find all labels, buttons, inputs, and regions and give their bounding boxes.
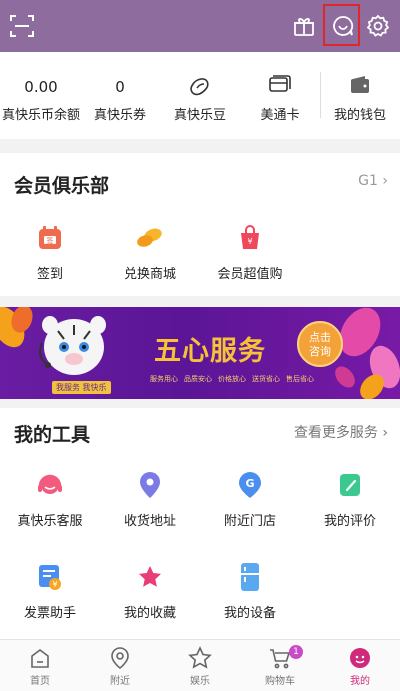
more-services-link[interactable]: 查看更多服务 › (294, 422, 388, 442)
tab-cart[interactable]: 购物车 (240, 640, 320, 691)
review-icon (335, 470, 365, 500)
banner-tags: 服务用心 品质安心 价格放心 送货省心 售后省心 (150, 374, 314, 384)
wallet-balance[interactable]: 0.00 真快乐币余额 (0, 52, 82, 139)
card-icon (268, 74, 292, 100)
bean-icon (187, 74, 213, 102)
chevron-right-icon: › (382, 425, 388, 441)
invoice-item[interactable]: ¥ 发票助手 (5, 562, 95, 621)
checkin-item[interactable]: 签 签到 (5, 223, 95, 282)
banner-tag: 价格放心 (218, 375, 246, 383)
shopping-bag-icon: ¥ (235, 223, 265, 253)
tab-label: 附近 (110, 676, 130, 687)
favorites-label: 我的收藏 (123, 606, 176, 621)
nearby-stores-item[interactable]: G 附近门店 (205, 470, 295, 529)
my-devices-item[interactable]: 我的设备 (205, 562, 295, 621)
tab-label: 我的 (350, 676, 370, 687)
more-text: 查看更多服务 (293, 425, 378, 441)
location-icon (108, 646, 132, 670)
store-map-icon: G (235, 470, 265, 500)
message-icon[interactable] (329, 12, 357, 40)
invoice-label: 发票助手 (23, 606, 76, 621)
wallet-icon (348, 74, 372, 100)
top-bar (0, 0, 400, 52)
nearby-stores-label: 附近门店 (223, 514, 276, 529)
gift-icon[interactable] (290, 12, 318, 40)
club-title: 会员俱乐部 (14, 175, 110, 197)
exchange-mall-item[interactable]: 兑换商城 (105, 223, 195, 282)
bottom-tab-bar: 首页 附近 娱乐 购物车 1 我的 (0, 639, 400, 691)
star-icon (135, 562, 165, 592)
tab-label: 娱乐 (190, 676, 210, 687)
my-reviews-item[interactable]: 我的评价 (305, 470, 395, 529)
customer-service-item[interactable]: 真快乐客服 (5, 470, 95, 529)
wallet-label: 我的钱包 (333, 108, 386, 123)
customer-service-label: 真快乐客服 (17, 514, 83, 529)
banner-tag: 售后省心 (286, 375, 314, 383)
svg-text:¥: ¥ (247, 237, 252, 246)
coupon-label: 真快乐券 (93, 108, 146, 123)
tab-label: 购物车 (265, 676, 295, 687)
banner-tag: 品质安心 (184, 375, 212, 383)
devices-label: 我的设备 (223, 606, 276, 621)
wallet-section: 0.00 真快乐币余额 0 真快乐券 真快乐豆 美通卡 我的钱包 (0, 52, 400, 139)
tiger-mascot-icon (39, 316, 106, 375)
my-wallet[interactable]: 我的钱包 (320, 52, 400, 139)
balance-label: 真快乐币余额 (1, 108, 80, 123)
banner-tag: 服务用心 (150, 375, 178, 383)
svg-text:G: G (245, 477, 254, 490)
coupon-value: 0 (115, 78, 125, 96)
svg-text:签: 签 (47, 236, 54, 245)
cart-badge: 1 (289, 645, 303, 659)
home-icon (28, 646, 52, 670)
tab-nearby[interactable]: 附近 (80, 640, 160, 691)
exchange-label: 兑换商城 (123, 267, 176, 282)
headset-icon (35, 470, 65, 500)
scan-icon[interactable] (8, 12, 36, 40)
deals-label: 会员超值购 (217, 267, 283, 282)
wallet-card[interactable]: 美通卡 (240, 52, 320, 139)
member-deals-item[interactable]: ¥ 会员超值购 (205, 223, 295, 282)
favorites-item[interactable]: 我的收藏 (105, 562, 195, 621)
wallet-beans[interactable]: 真快乐豆 (160, 52, 240, 139)
reviews-label: 我的评价 (323, 514, 376, 529)
beans-icon (135, 223, 165, 253)
tab-label: 首页 (30, 676, 50, 687)
member-club-section: 会员俱乐部 G1 › 签 签到 兑换商城 ¥ 会员超值购 (0, 153, 400, 296)
card-label: 美通卡 (260, 108, 300, 123)
member-level[interactable]: G1 › (358, 173, 388, 189)
balance-value: 0.00 (24, 78, 58, 96)
address-label: 收货地址 (123, 514, 176, 529)
chevron-right-icon: › (382, 173, 388, 189)
tab-entertainment[interactable]: 娱乐 (160, 640, 240, 691)
address-item[interactable]: 收货地址 (105, 470, 195, 529)
star-outline-icon (188, 646, 212, 670)
level-text: G1 (358, 173, 378, 189)
consult-button[interactable]: 点击 咨询 (297, 321, 343, 367)
tab-mine[interactable]: 我的 (320, 640, 400, 691)
location-pin-icon (135, 470, 165, 500)
tools-title: 我的工具 (14, 424, 91, 446)
service-banner[interactable]: 五心服务 点击 咨询 服务用心 品质安心 价格放心 送货省心 售后省心 我服务 … (0, 307, 400, 399)
invoice-icon: ¥ (35, 562, 65, 592)
profile-icon (348, 646, 372, 670)
banner-tag: 送货省心 (252, 375, 280, 383)
settings-icon[interactable] (364, 12, 392, 40)
beans-label: 真快乐豆 (173, 108, 226, 123)
banner-slogan: 我服务 我快乐 (52, 381, 111, 394)
tab-home[interactable]: 首页 (0, 640, 80, 691)
wallet-coupons[interactable]: 0 真快乐券 (82, 52, 158, 139)
my-tools-section: 我的工具 查看更多服务 › 真快乐客服 收货地址 G 附近门店 我的评价 ¥ 发… (0, 408, 400, 640)
banner-title: 五心服务 (154, 336, 266, 367)
fridge-icon (235, 562, 265, 592)
svg-text:¥: ¥ (52, 580, 57, 589)
calendar-icon: 签 (35, 223, 65, 253)
checkin-label: 签到 (36, 267, 63, 282)
